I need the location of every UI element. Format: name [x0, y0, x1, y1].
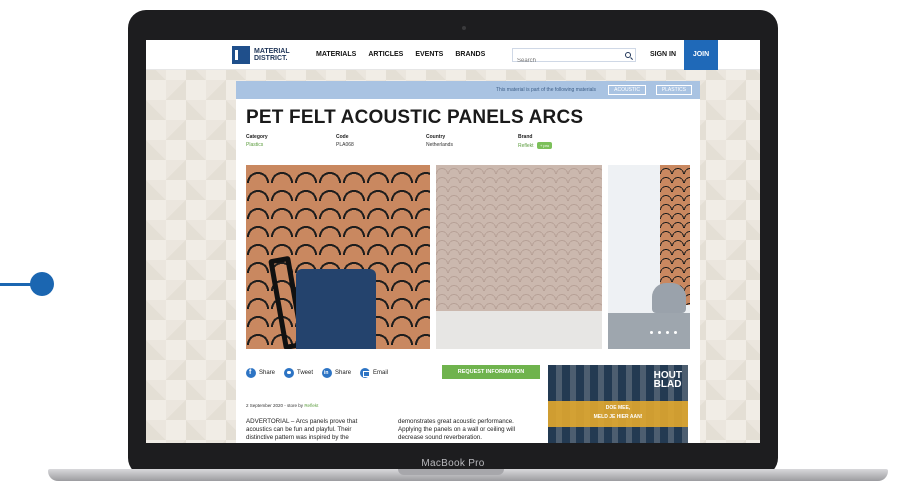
main-nav: MATERIALS ARTICLES EVENTS BRANDS — [316, 51, 485, 58]
share-email[interactable]: Email — [360, 368, 388, 378]
gallery-dot[interactable] — [650, 331, 653, 334]
meta-label: Code — [336, 134, 349, 140]
gallery-dot[interactable] — [674, 331, 677, 334]
laptop-screen: MATERIAL DISTRICT. MATERIALS ARTICLES EV… — [146, 40, 760, 443]
gallery-image-room[interactable] — [608, 165, 690, 349]
share-label: Email — [373, 370, 389, 376]
article-column-2: demonstrates great acoustic performance.… — [398, 418, 515, 441]
meta-category: Category Plastics — [246, 134, 268, 148]
share-label: Share — [259, 370, 276, 376]
nav-brands[interactable]: BRANDS — [455, 51, 485, 58]
camera-icon — [462, 26, 466, 30]
request-information-button[interactable]: REQUEST INFORMATION — [442, 365, 540, 379]
meta-value: PLA068 — [336, 142, 354, 148]
logo-text: MATERIAL DISTRICT. — [254, 48, 294, 62]
meta-label: Brand — [518, 134, 533, 140]
tag-acoustic[interactable]: ACOUSTIC — [608, 85, 646, 95]
meta-label: Category — [246, 134, 268, 140]
product-card: This material is part of the following m… — [236, 81, 700, 443]
ad-logo-line-2: BLAD — [653, 379, 682, 390]
share-facebook[interactable]: Share — [246, 368, 275, 378]
gallery-image-detail[interactable] — [436, 165, 602, 311]
share-bar: Share Tweet Share Email — [246, 368, 388, 378]
ad-text-2: MELD JE HIER AAN! — [593, 414, 643, 420]
meta-country: Country Netherlands — [426, 134, 453, 148]
share-label: Share — [335, 370, 352, 376]
gallery-dot[interactable] — [666, 331, 669, 334]
site-logo[interactable]: MATERIAL DISTRICT. — [232, 46, 294, 64]
gallery-image-main[interactable] — [246, 165, 430, 349]
chair-shape — [296, 269, 376, 349]
share-linkedin[interactable]: Share — [322, 368, 351, 378]
stage: MATERIAL DISTRICT. MATERIALS ARTICLES EV… — [0, 0, 901, 494]
top-navigation: MATERIAL DISTRICT. MATERIALS ARTICLES EV… — [146, 40, 760, 70]
gallery-image-detail-floor — [436, 311, 602, 349]
nav-articles[interactable]: ARTICLES — [368, 51, 403, 58]
author-link[interactable]: Reflekt — [304, 403, 318, 408]
material-banner: This material is part of the following m… — [236, 81, 700, 99]
search-icon[interactable] — [625, 52, 631, 58]
logo-line-1: MATERIAL — [254, 48, 290, 55]
nav-events[interactable]: EVENTS — [415, 51, 443, 58]
date-text: 2 September 2020 - store by — [246, 403, 304, 408]
ad-text-1: DOE MEE, — [605, 405, 631, 411]
logo-line-2: DISTRICT. — [254, 55, 288, 62]
room-floor-shape — [608, 313, 690, 349]
laptop-model-label: MacBook Pro — [421, 458, 485, 469]
share-label: Tweet — [297, 370, 314, 376]
email-icon — [360, 368, 371, 378]
article-column-1: ADVERTORIAL – Arcs panels prove that aco… — [246, 418, 358, 441]
linkedin-icon — [322, 368, 333, 378]
brand-link[interactable]: Reflekt — [518, 143, 534, 149]
nav-materials[interactable]: MATERIALS — [316, 51, 356, 58]
tag-plastics[interactable]: PLASTICS — [655, 85, 692, 95]
search-box — [512, 48, 636, 67]
room-chair-shape — [652, 283, 686, 313]
logo-mark-icon — [232, 46, 253, 64]
gallery-pagination — [650, 331, 677, 334]
meta-code: Code PLA068 — [336, 134, 354, 148]
brand-badge: + pro — [536, 142, 553, 149]
search-input[interactable] — [513, 55, 613, 67]
meta-label: Country — [426, 134, 446, 140]
ad-logo: HOUT BLAD — [653, 371, 682, 390]
advertisement-banner[interactable]: HOUT BLAD DOE MEE, MELD JE HIER AAN! — [548, 365, 688, 443]
meta-value-link[interactable]: Plastics — [246, 142, 263, 148]
sign-in-link[interactable]: SIGN IN — [650, 51, 676, 58]
facebook-icon — [246, 368, 256, 378]
share-twitter[interactable]: Tweet — [284, 368, 313, 378]
meta-value: Netherlands — [426, 142, 453, 148]
laptop-notch — [398, 469, 504, 475]
meta-brand: Brand Reflekt + pro — [518, 134, 553, 149]
gallery-dot[interactable] — [658, 331, 661, 334]
join-button[interactable]: JOIN — [684, 40, 718, 70]
twitter-icon — [284, 368, 295, 378]
article-date: 2 September 2020 - store by Reflekt — [246, 403, 318, 408]
page-title: PET FELT ACOUSTIC PANELS ARCS — [246, 107, 584, 128]
pointer-dot — [30, 272, 54, 296]
banner-text: This material is part of the following m… — [495, 87, 596, 93]
